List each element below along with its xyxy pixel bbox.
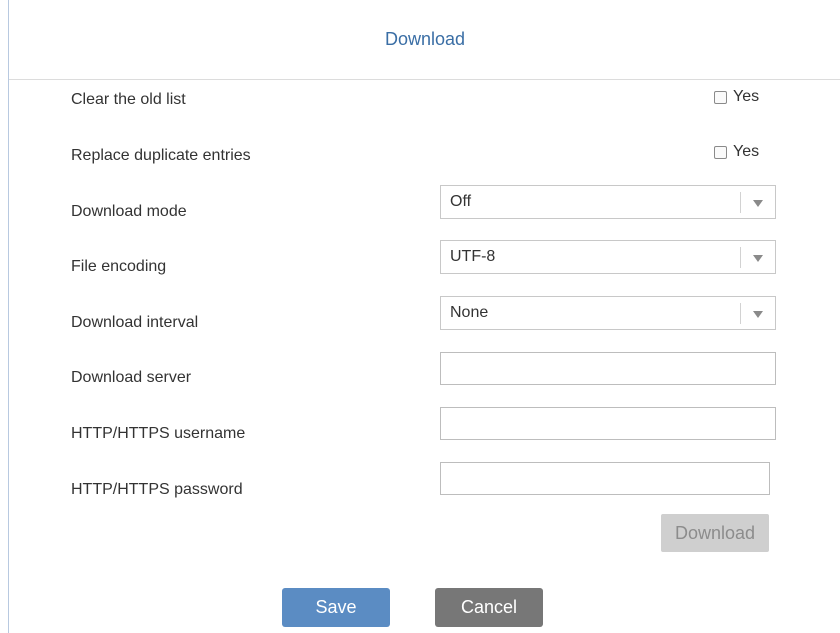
replace-duplicates-label: Replace duplicate entries	[71, 147, 251, 164]
download-button[interactable]: Download	[661, 514, 769, 552]
replace-duplicates-checkbox-box[interactable]	[714, 145, 727, 159]
cancel-button[interactable]: Cancel	[435, 588, 543, 627]
clear-old-list-label: Clear the old list	[71, 91, 186, 108]
select-divider	[740, 247, 741, 268]
chevron-down-icon[interactable]	[753, 311, 763, 318]
download-interval-select[interactable]: None	[440, 296, 776, 330]
download-server-input[interactable]	[440, 352, 776, 385]
download-mode-select[interactable]: Off	[440, 185, 776, 219]
http-username-label: HTTP/HTTPS username	[71, 425, 246, 442]
download-mode-label: Download mode	[71, 203, 187, 220]
http-password-label: HTTP/HTTPS password	[71, 481, 243, 498]
download-mode-value: Off	[450, 193, 472, 210]
clear-old-list-checkbox[interactable]: Yes	[714, 88, 759, 106]
file-encoding-label: File encoding	[71, 258, 167, 275]
file-encoding-value: UTF-8	[450, 248, 496, 265]
file-encoding-select[interactable]: UTF-8	[440, 240, 776, 274]
clear-old-list-checkbox-label: Yes	[733, 88, 760, 105]
dialog-title: Download	[384, 29, 466, 49]
save-button[interactable]: Save	[282, 588, 390, 627]
chevron-down-icon[interactable]	[753, 200, 763, 207]
select-divider	[740, 192, 741, 213]
download-dialog: Download Clear the old list Yes Replace …	[8, 0, 840, 633]
download-server-label: Download server	[71, 369, 192, 386]
http-username-input[interactable]	[440, 407, 776, 440]
clear-old-list-checkbox-box[interactable]	[714, 90, 727, 104]
replace-duplicates-checkbox[interactable]: Yes	[714, 143, 759, 161]
chevron-down-icon[interactable]	[753, 255, 763, 262]
select-divider	[740, 303, 741, 324]
replace-duplicates-checkbox-label: Yes	[733, 143, 760, 160]
dialog-header: Download	[9, 0, 840, 80]
download-interval-label: Download interval	[71, 314, 199, 331]
download-interval-value: None	[450, 304, 489, 321]
http-password-input[interactable]	[440, 462, 770, 495]
